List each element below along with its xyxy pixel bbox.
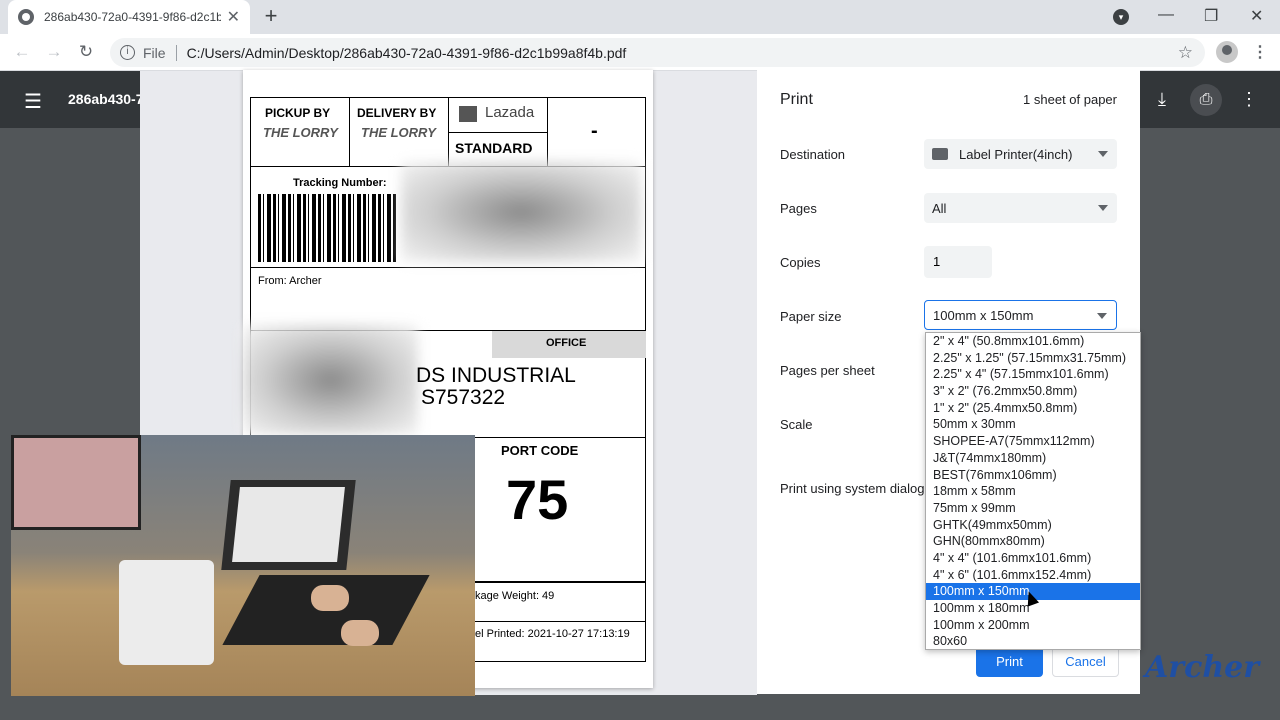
download-icon[interactable]: ⤓ [1158, 89, 1166, 110]
standard-label: STANDARD [455, 140, 533, 156]
paper-size-option[interactable]: J&T(74mmx180mm) [926, 450, 1140, 467]
chrome-menu-icon[interactable]: ⋮ [1252, 42, 1268, 62]
address-line-1: DS INDUSTRIAL [416, 364, 576, 387]
profile-avatar[interactable] [1216, 41, 1238, 63]
port-code-value: 75 [506, 468, 569, 531]
port-code-label: PORT CODE [501, 443, 579, 458]
print-icon[interactable]: ⎙ [1190, 84, 1222, 116]
archer-watermark: Archer [1145, 650, 1260, 685]
browser-toolbar: ← → ↻ i File C:/Users/Admin/Desktop/286a… [0, 34, 1280, 71]
desk-monitor [11, 435, 141, 530]
paper-size-option[interactable]: 3" x 2" (76.2mmx50.8mm) [926, 383, 1140, 400]
info-icon[interactable]: i [120, 45, 135, 60]
paper-size-label: Paper size [780, 309, 842, 324]
paper-size-option[interactable]: 18mm x 58mm [926, 483, 1140, 500]
paper-size-option[interactable]: 2.25" x 4" (57.15mmx101.6mm) [926, 366, 1140, 383]
system-dialog-link[interactable]: Print using system dialog [780, 481, 925, 496]
destination-value: Label Printer(4inch) [959, 146, 1073, 162]
bookmark-star-icon[interactable]: ☆ [1178, 43, 1193, 63]
window-close-icon[interactable]: ✕ [1250, 6, 1263, 26]
forward-icon[interactable]: → [43, 42, 65, 62]
paper-size-option[interactable]: 75mm x 99mm [926, 500, 1140, 517]
pickup-by-label: PICKUP BY [265, 106, 331, 120]
copies-label: Copies [780, 255, 821, 270]
from-label: From: Archer [258, 275, 322, 287]
paper-size-option[interactable]: 4" x 6" (101.6mmx152.4mm) [926, 567, 1140, 584]
lazada-label: Lazada [485, 104, 535, 121]
chevron-down-icon [1098, 151, 1108, 157]
printer-icon [932, 148, 948, 160]
pages-value: All [932, 200, 947, 216]
copies-input[interactable]: 1 [924, 246, 992, 278]
tab-title: 286ab430-72a0-4391-9f86-d2c1b99a8f4b.pdf [44, 10, 221, 24]
paper-size-option[interactable]: GHN(80mmx80mm) [926, 533, 1140, 550]
dialog-title: Print [780, 91, 813, 108]
package-weight: kage Weight: 49 [475, 590, 555, 602]
pages-select[interactable]: All [924, 193, 1117, 223]
label-printer [119, 560, 214, 665]
laptop-screen [232, 487, 345, 562]
tracking-label: Tracking Number: [293, 177, 387, 189]
office-label: OFFICE [546, 337, 587, 349]
lorry-logo-2: THE LORRY [361, 125, 436, 140]
reload-icon[interactable]: ↻ [75, 42, 97, 62]
sheet-count: 1 sheet of paper [1023, 92, 1117, 107]
close-tab-icon[interactable]: ✕ [227, 7, 240, 27]
back-icon[interactable]: ← [11, 42, 33, 62]
paper-size-value: 100mm x 150mm [933, 307, 1034, 323]
cancel-button[interactable]: Cancel [1052, 646, 1119, 677]
restore-icon[interactable]: ❐ [1204, 6, 1218, 26]
hamburger-menu-icon[interactable]: ☰ [24, 89, 42, 114]
lorry-logo: THE LORRY [263, 125, 338, 140]
paper-size-option[interactable]: 80x60 [926, 633, 1140, 649]
lazada-logo-icon [459, 106, 477, 122]
barcode [258, 194, 398, 262]
address-url: C:/Users/Admin/Desktop/286ab430-72a0-439… [186, 44, 627, 61]
address-line-2: S757322 [421, 386, 506, 409]
delivery-by-label: DELIVERY BY [357, 106, 437, 120]
scale-label: Scale [780, 417, 813, 432]
new-tab-button[interactable]: + [260, 5, 282, 27]
redacted-tracking [401, 162, 641, 262]
destination-label: Destination [780, 147, 846, 162]
chevron-down-icon [1097, 313, 1107, 319]
paper-size-select[interactable]: 100mm x 150mm [924, 300, 1117, 330]
paper-size-option[interactable]: 2.25" x 1.25" (57.15mmx31.75mm) [926, 350, 1140, 367]
pages-per-sheet-label: Pages per sheet [780, 363, 875, 378]
pdf-filename: 286ab430-7 [68, 91, 144, 107]
redacted-address [243, 325, 418, 435]
dash-label: - [591, 120, 598, 142]
globe-icon [18, 9, 34, 25]
browser-tab[interactable]: 286ab430-72a0-4391-9f86-d2c1b99a8f4b.pdf… [8, 0, 250, 34]
paper-size-option[interactable]: 2" x 4" (50.8mmx101.6mm) [926, 333, 1140, 350]
minimize-icon[interactable]: — [1158, 6, 1174, 24]
print-button[interactable]: Print [976, 646, 1043, 677]
paper-size-option[interactable]: 100mm x 200mm [926, 617, 1140, 634]
paper-size-option[interactable]: BEST(76mmx106mm) [926, 467, 1140, 484]
more-options-icon[interactable]: ⋮ [1240, 89, 1258, 110]
address-bar[interactable]: i File C:/Users/Admin/Desktop/286ab430-7… [110, 38, 1205, 67]
webcam-overlay [11, 435, 475, 696]
address-scheme: File [143, 44, 166, 61]
pages-label: Pages [780, 201, 817, 216]
chevron-down-icon [1098, 205, 1108, 211]
paper-size-option[interactable]: GHTK(49mmx50mm) [926, 517, 1140, 534]
destination-select[interactable]: Label Printer(4inch) [924, 139, 1117, 169]
left-hand [311, 585, 349, 611]
paper-size-option[interactable]: SHOPEE-A7(75mmx112mm) [926, 433, 1140, 450]
right-hand [341, 620, 379, 646]
label-printed: el Printed: 2021-10-27 17:13:19 [475, 628, 630, 640]
tab-strip: 286ab430-72a0-4391-9f86-d2c1b99a8f4b.pdf… [0, 0, 1280, 34]
address-divider [175, 44, 177, 61]
paper-size-option[interactable]: 50mm x 30mm [926, 416, 1140, 433]
tab-search-icon[interactable]: ▾ [1113, 9, 1129, 25]
paper-size-option[interactable]: 1" x 2" (25.4mmx50.8mm) [926, 400, 1140, 417]
paper-size-option[interactable]: 4" x 4" (101.6mmx101.6mm) [926, 550, 1140, 567]
